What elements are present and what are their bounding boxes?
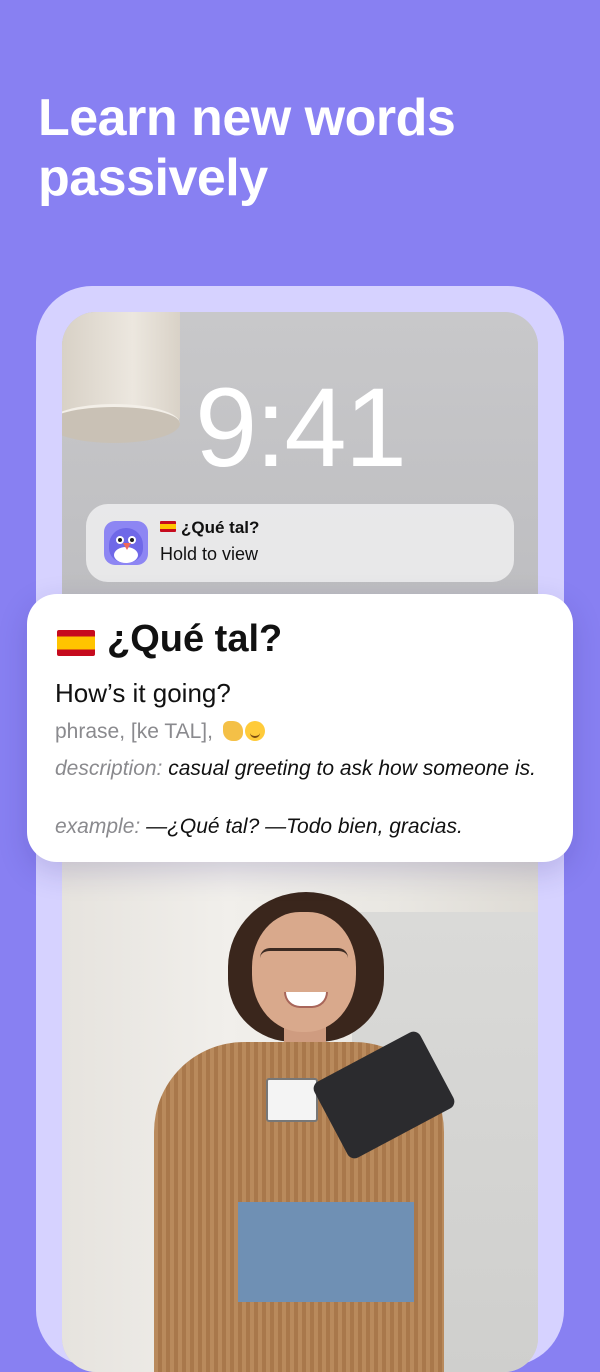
card-description: description: casual greeting to ask how …	[55, 754, 555, 783]
waving-hand-icon	[222, 721, 243, 741]
word-notification[interactable]: ¿Qué tal? Hold to view	[86, 504, 514, 582]
description-text: casual greeting to ask how someone is.	[168, 757, 536, 780]
lock-screen-clock: 9:41	[195, 365, 407, 490]
example-text: —¿Qué tal? —Todo bien, gracias.	[146, 815, 463, 838]
smiling-face-icon	[244, 721, 265, 741]
word-card[interactable]: ¿Qué tal? How’s it going? phrase, [ke TA…	[27, 594, 573, 862]
card-example: example: —¿Qué tal? —Todo bien, gracias.	[55, 812, 555, 841]
spain-flag-icon	[57, 630, 95, 656]
background-photo	[62, 852, 538, 1372]
card-meta: phrase, [ke TAL],	[55, 720, 265, 744]
notification-title: ¿Qué tal?	[160, 518, 259, 538]
card-translation: How’s it going?	[55, 678, 231, 708]
headline: Learn new words passively	[38, 89, 456, 207]
notification-body: Hold to view	[160, 544, 259, 564]
example-label: example:	[55, 815, 141, 838]
spain-flag-icon	[160, 521, 176, 532]
bird-mascot-icon	[104, 521, 148, 565]
card-meta-text: phrase, [ke TAL],	[55, 720, 213, 743]
description-label: description:	[55, 757, 163, 780]
card-word: ¿Qué tal?	[107, 618, 283, 660]
